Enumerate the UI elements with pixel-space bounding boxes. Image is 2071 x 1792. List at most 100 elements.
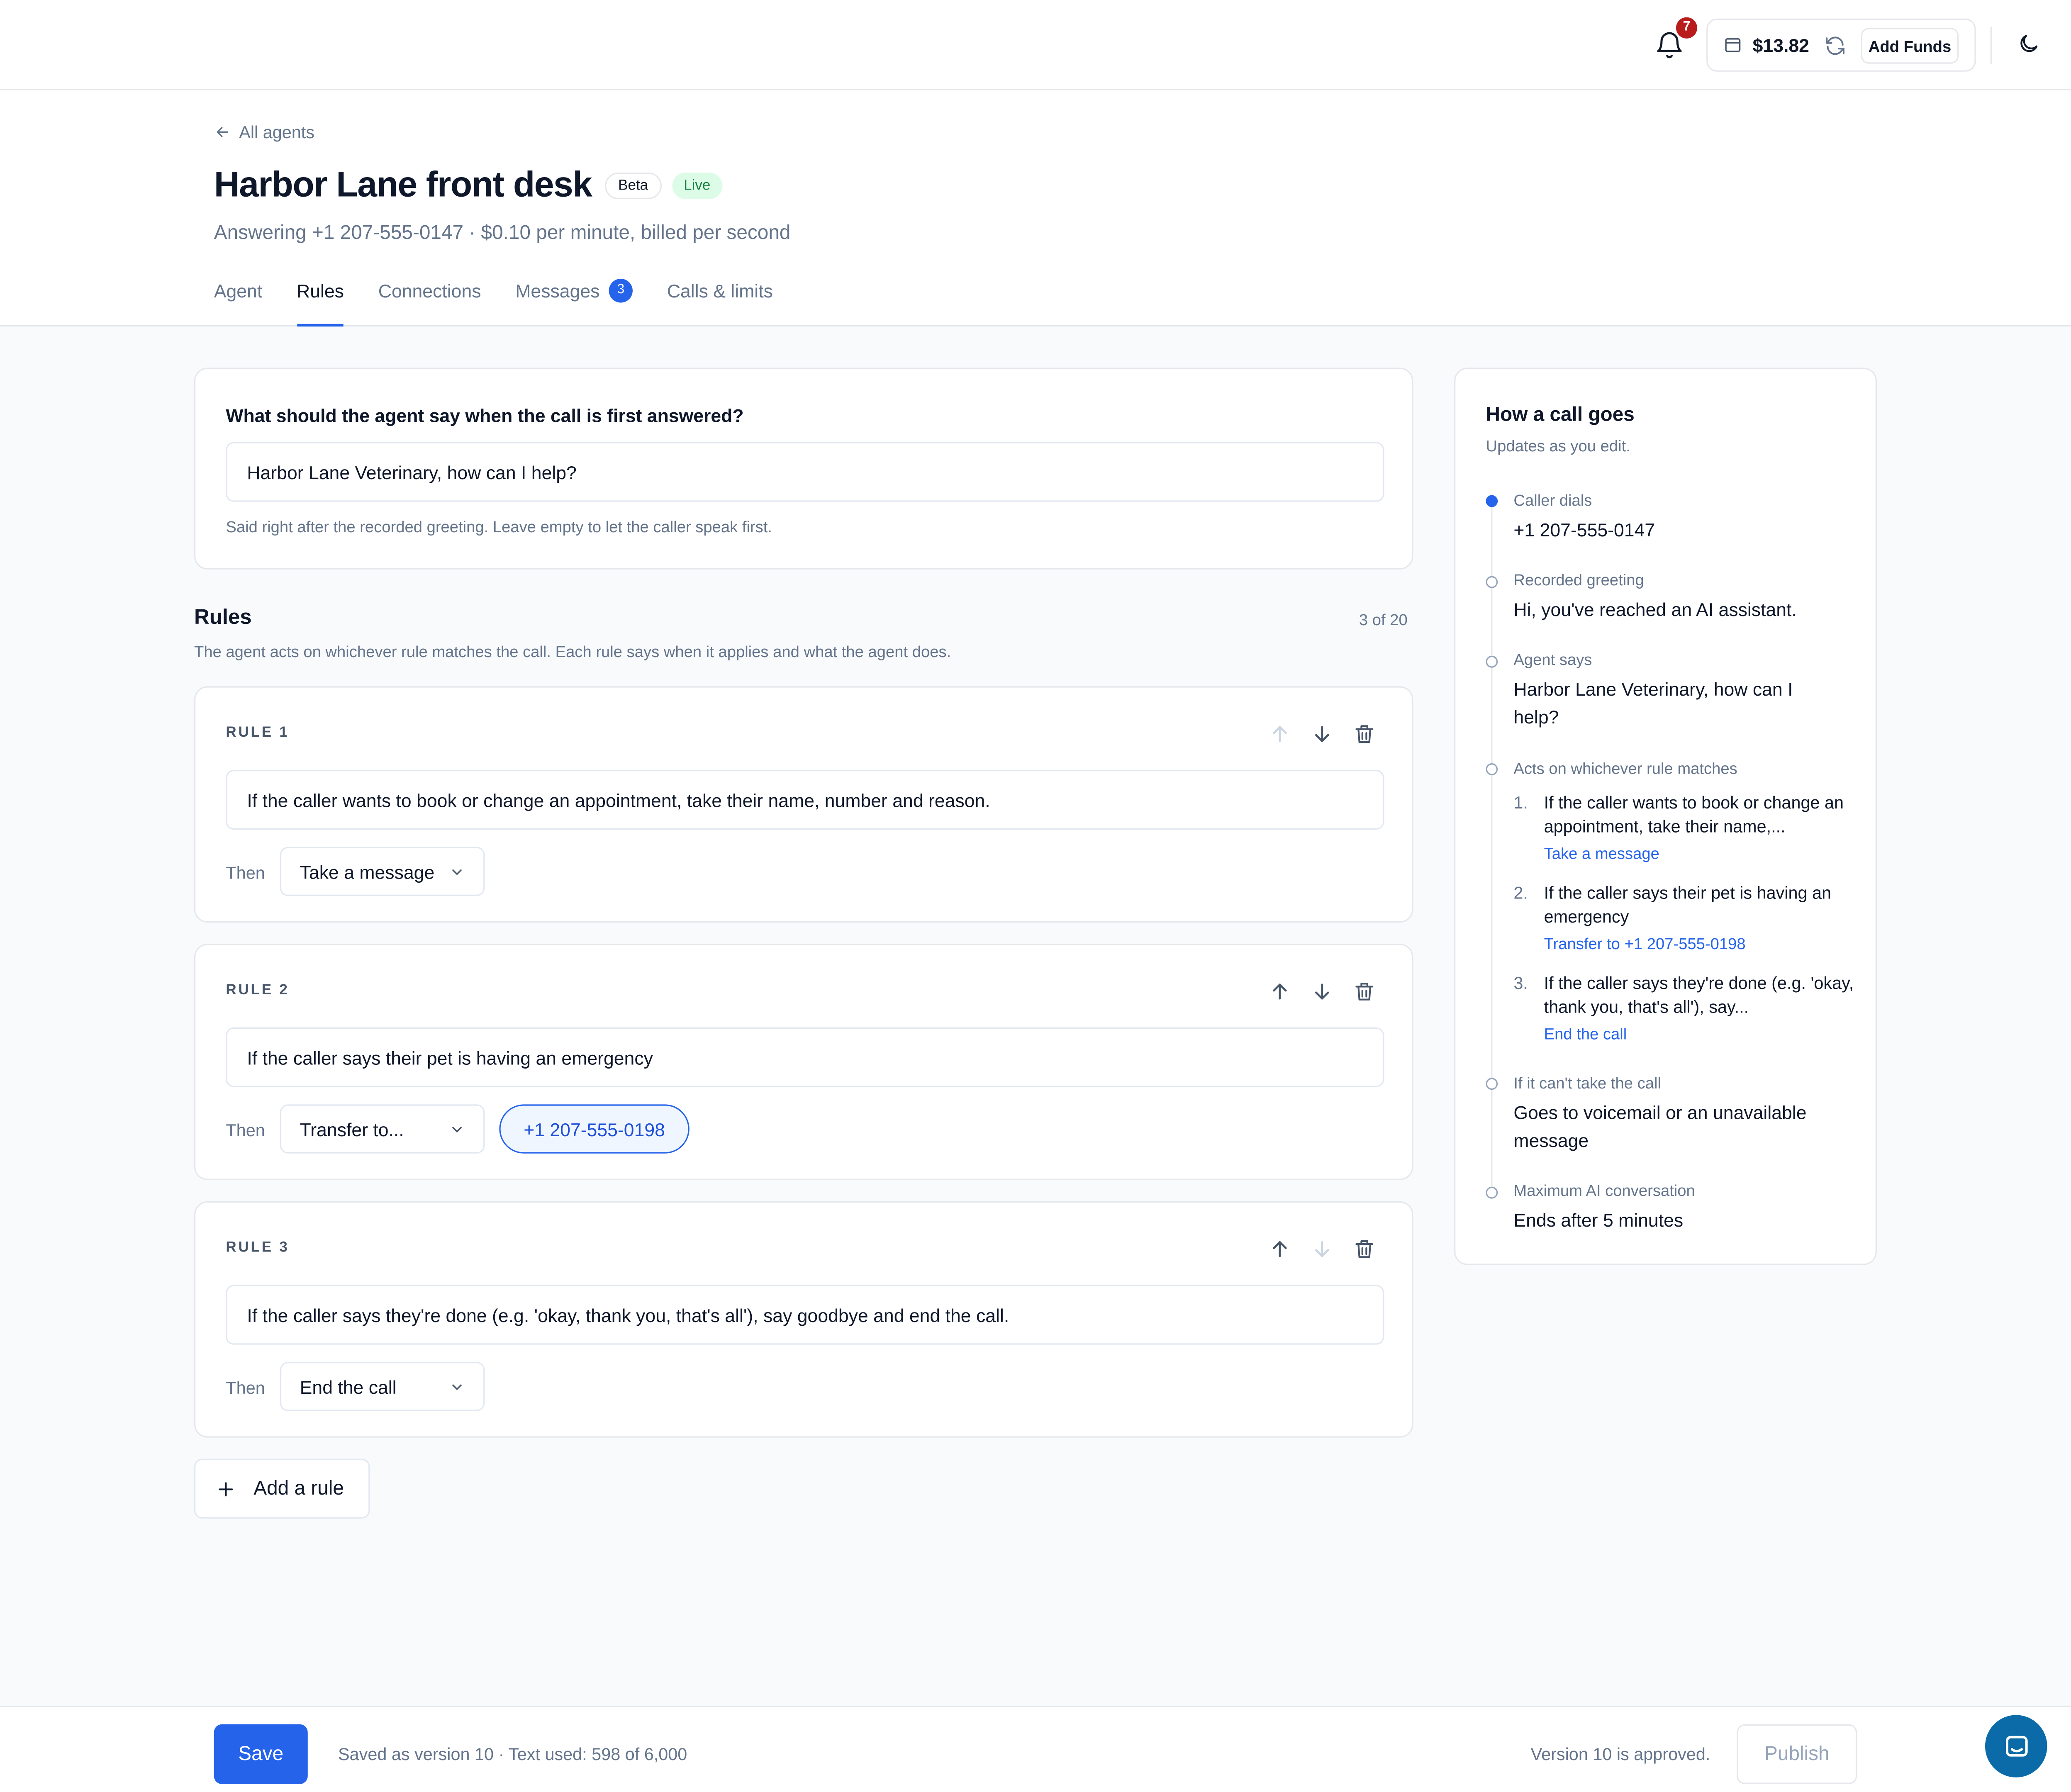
rule-action-select[interactable]: Take a message: [280, 847, 485, 896]
rule-action-value: End the call: [300, 1376, 397, 1397]
delete-rule-button[interactable]: [1352, 980, 1376, 1004]
messages-count-badge: 3: [609, 279, 633, 303]
rule-action-value: Take a message: [300, 861, 435, 882]
timeline-dot: [1486, 1078, 1498, 1090]
rule-card: RULE 3 If the caller says they're done (…: [194, 1201, 1413, 1438]
move-down-button[interactable]: [1310, 980, 1334, 1004]
greeting-question: What should the agent say when the call …: [226, 405, 744, 426]
rules-heading: Rules: [194, 606, 252, 629]
rule-card: RULE 2 If the caller says their pet is h…: [194, 944, 1413, 1180]
move-up-button[interactable]: [1268, 722, 1291, 746]
rule-condition-input[interactable]: If the caller wants to book or change an…: [226, 770, 1384, 830]
page-title: Harbor Lane front desk: [214, 164, 592, 205]
footer-bar: Save Saved as version 10 · Text used: 59…: [0, 1706, 2071, 1792]
rule-summary-number: 1.: [1513, 792, 1528, 813]
tab-connections[interactable]: Connections: [378, 280, 481, 326]
live-badge: Live: [672, 172, 723, 199]
wallet-icon: [1725, 38, 1741, 52]
rules-count: 3 of 20: [1359, 611, 1408, 629]
add-rule-button[interactable]: Add a rule: [194, 1458, 370, 1519]
page-root: 7 $13.82 Add Funds All agents Harbor Lan…: [0, 0, 2071, 1792]
refresh-balance-button[interactable]: [1824, 34, 1847, 57]
tab-label: Calls & limits: [667, 280, 773, 302]
chevron-down-icon: [452, 1383, 462, 1389]
approval-status: Version 10 is approved.: [1530, 1744, 1710, 1764]
rule-actions: [1268, 722, 1376, 746]
step-value: +1 207-555-0147: [1513, 519, 1655, 541]
timeline-dot: [1486, 495, 1498, 507]
tab-calls-limits[interactable]: Calls & limits: [667, 280, 773, 326]
rule-summary-number: 3.: [1513, 973, 1528, 993]
timeline-dot: [1486, 763, 1498, 775]
delete-rule-button[interactable]: [1352, 1237, 1376, 1261]
delete-rule-button[interactable]: [1352, 722, 1376, 746]
rule-label: RULE 1: [226, 725, 290, 741]
step-label: Acts on whichever rule matches: [1513, 759, 1737, 778]
trash-icon: [1355, 1240, 1373, 1258]
support-chat-button[interactable]: [1985, 1715, 2047, 1777]
wallet-panel: $13.82 Add Funds: [1706, 18, 1976, 72]
beta-badge: Beta: [605, 172, 662, 199]
page-subtitle: Answering +1 207-555-0147 · $0.10 per mi…: [214, 222, 791, 244]
rule-label: RULE 2: [226, 982, 290, 998]
tab-label: Connections: [378, 280, 481, 302]
back-link[interactable]: All agents: [214, 122, 314, 142]
rules-description: The agent acts on whichever rule matches…: [194, 642, 951, 661]
greeting-hint: Said right after the recorded greeting. …: [226, 518, 772, 536]
rule-summary-text: If the caller says their pet is having a…: [1544, 883, 1832, 927]
tab-rules[interactable]: Rules: [297, 280, 344, 327]
add-funds-button[interactable]: Add Funds: [1861, 28, 1959, 64]
arrow-up-icon: [1273, 984, 1287, 1000]
moon-icon: [2020, 35, 2038, 52]
then-label: Then: [226, 863, 265, 883]
plus-icon: [219, 1481, 233, 1496]
rule-label: RULE 3: [226, 1239, 290, 1256]
rule-summary-action[interactable]: Transfer to +1 207-555-0198: [1544, 935, 1746, 953]
step-label: Recorded greeting: [1513, 571, 1644, 589]
move-down-button[interactable]: [1310, 1237, 1334, 1261]
tab-bar: Agent Rules Connections Messages 3 Calls …: [214, 279, 807, 327]
arrow-down-icon: [1315, 1241, 1329, 1257]
save-status: Saved as version 10 · Text used: 598 of …: [338, 1744, 687, 1764]
rule-condition-input[interactable]: If the caller says their pet is having a…: [226, 1027, 1384, 1087]
flow-subtitle: Updates as you edit.: [1486, 436, 1630, 455]
transfer-number-chip[interactable]: +1 207-555-0198: [499, 1104, 690, 1154]
theme-toggle-button[interactable]: [2017, 32, 2040, 56]
page-header: All agents Harbor Lane front desk Beta L…: [0, 90, 2071, 327]
step-value: Goes to voicemail or an unavailable mess…: [1513, 1102, 1807, 1151]
tab-agent[interactable]: Agent: [214, 280, 262, 326]
move-up-button[interactable]: [1268, 980, 1291, 1004]
arrow-left-icon: [217, 127, 229, 137]
save-button[interactable]: Save: [214, 1724, 308, 1784]
move-up-button[interactable]: [1268, 1237, 1291, 1261]
refresh-icon: [1826, 37, 1844, 55]
add-rule-label: Add a rule: [253, 1477, 344, 1500]
step-value: Harbor Lane Veterinary, how can I help?: [1513, 678, 1793, 728]
step-label: If it can't take the call: [1513, 1074, 1661, 1093]
greeting-input[interactable]: Harbor Lane Veterinary, how can I help?: [226, 442, 1384, 502]
step-label: Agent says: [1513, 650, 1592, 669]
tab-label: Messages: [515, 280, 600, 302]
arrow-down-icon: [1315, 726, 1329, 742]
back-link-label: All agents: [239, 122, 314, 142]
trash-icon: [1355, 725, 1373, 743]
tab-messages[interactable]: Messages 3: [515, 279, 633, 326]
timeline-dot: [1486, 655, 1498, 668]
step-value: Ends after 5 minutes: [1513, 1209, 1684, 1231]
rule-condition-input[interactable]: If the caller says they're done (e.g. 'o…: [226, 1285, 1384, 1345]
publish-button[interactable]: Publish: [1737, 1724, 1857, 1784]
rule-summary-number: 2.: [1513, 883, 1528, 903]
rule-action-select[interactable]: End the call: [280, 1362, 485, 1411]
step-label: Maximum AI conversation: [1513, 1181, 1695, 1200]
rule-summary-action[interactable]: End the call: [1544, 1025, 1627, 1043]
trash-icon: [1355, 983, 1373, 1001]
timeline-dot: [1486, 576, 1498, 588]
divider: [1990, 27, 1992, 64]
then-label: Then: [226, 1120, 265, 1140]
move-down-button[interactable]: [1310, 722, 1334, 746]
rule-action-select[interactable]: Transfer to...: [280, 1104, 485, 1154]
rule-summary-action[interactable]: Take a message: [1544, 844, 1659, 863]
tab-label: Agent: [214, 280, 263, 302]
chat-icon: [2005, 1735, 2027, 1756]
then-label: Then: [226, 1378, 265, 1398]
